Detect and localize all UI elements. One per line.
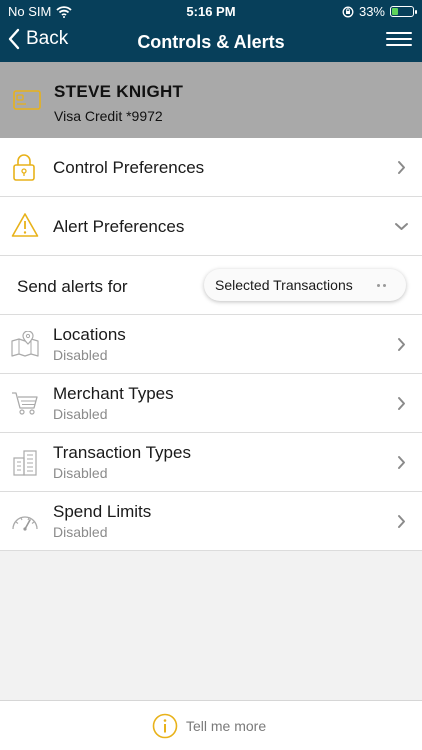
chevron-right-icon <box>398 338 405 351</box>
chevron-left-icon <box>8 28 20 50</box>
bottom-bar: Tell me more <box>0 700 422 750</box>
alert-scope-value: Selected Transactions <box>215 277 353 293</box>
send-alerts-row: Send alerts for Selected Transactions <box>0 256 422 315</box>
alert-item-label: Transaction Types <box>53 443 191 462</box>
chevron-right-icon <box>398 515 405 528</box>
card-label: Visa Credit *9972 <box>54 108 163 124</box>
alert-item-status: Disabled <box>53 524 108 540</box>
status-right: 33% <box>342 4 417 19</box>
alert-item-status: Disabled <box>53 465 108 481</box>
back-label: Back <box>26 28 69 49</box>
alert-preferences-label: Alert Preferences <box>53 217 185 236</box>
battery-icon <box>390 6 417 17</box>
shopping-cart-icon <box>12 392 38 415</box>
chevron-down-icon <box>395 223 408 230</box>
tell-me-more-label: Tell me more <box>186 718 267 734</box>
lock-icon <box>13 154 35 181</box>
alert-scope-selector[interactable]: Selected Transactions <box>204 269 406 301</box>
control-preferences-row[interactable]: Control Preferences <box>0 138 422 197</box>
alert-item-label: Locations <box>53 325 126 344</box>
send-alerts-label: Send alerts for <box>17 277 128 296</box>
card-holder-name: STEVE KNIGHT <box>54 82 184 101</box>
more-dots-icon <box>377 284 386 287</box>
status-bar: No SIM 5:16 PM 33% <box>0 0 422 22</box>
alert-item-status: Disabled <box>53 347 108 363</box>
speedometer-icon <box>12 516 38 531</box>
back-button[interactable]: Back <box>8 28 68 50</box>
battery-percent: 33% <box>358 4 385 19</box>
alert-item-locations[interactable]: Locations Disabled <box>0 315 422 374</box>
alert-item-transaction-types[interactable]: Transaction Types Disabled <box>0 433 422 492</box>
buildings-icon <box>13 450 37 476</box>
info-icon <box>152 713 178 739</box>
card-header: STEVE KNIGHT Visa Credit *9972 <box>0 62 422 138</box>
alert-item-status: Disabled <box>53 406 108 422</box>
hamburger-menu-icon[interactable] <box>386 32 412 52</box>
chevron-right-icon <box>398 456 405 469</box>
alert-item-spend-limits[interactable]: Spend Limits Disabled <box>0 492 422 551</box>
warning-icon <box>11 213 39 237</box>
map-pin-icon <box>11 331 39 357</box>
chevron-right-icon <box>398 397 405 410</box>
alert-item-label: Spend Limits <box>53 502 152 521</box>
alert-preferences-row[interactable]: Alert Preferences <box>0 197 422 256</box>
alert-item-merchant-types[interactable]: Merchant Types Disabled <box>0 374 422 433</box>
nav-bar: Back Controls & Alerts <box>0 22 422 62</box>
credit-card-icon <box>13 90 41 110</box>
battery-fill <box>392 8 398 15</box>
rotation-lock-icon <box>342 6 354 17</box>
chevron-right-icon <box>398 161 405 174</box>
control-preferences-label: Control Preferences <box>53 158 205 177</box>
tell-me-more-button[interactable]: Tell me more <box>152 713 266 739</box>
alert-item-label: Merchant Types <box>53 384 174 403</box>
